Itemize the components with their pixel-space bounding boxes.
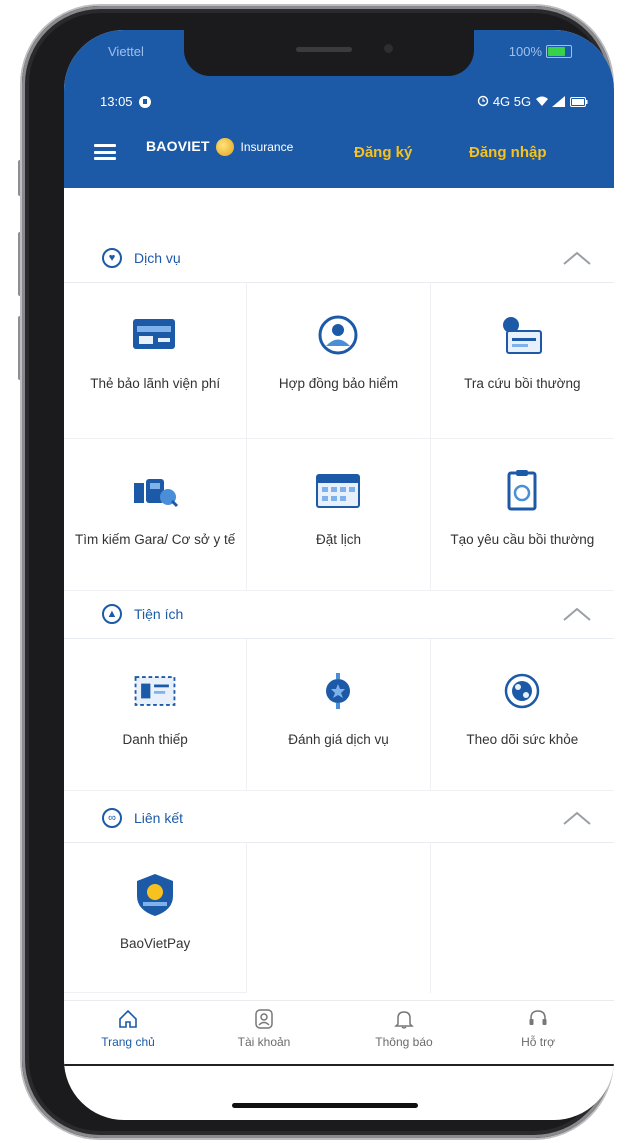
carrier-label: Viettel [108,44,144,59]
logo-suffix-text: Insurance [240,140,294,155]
nav-notifications[interactable]: Thông báo [354,1007,454,1049]
service-label: Tìm kiếm Gara/ Cơ sở y tế [75,532,236,547]
nav-home[interactable]: Trang chủ [78,1007,178,1049]
utility-label: Danh thiếp [122,732,188,747]
phone-frame: Viettel 100% 13:05 4G 5G BAOVIET Insuran… [22,6,614,1138]
notification-dot-icon [138,95,151,108]
rating-icon [313,669,363,713]
section-header-links[interactable]: ∞ Liên kết [64,796,614,843]
logo-brand-text: BAOVIET [146,138,210,155]
service-label: Tạo yêu cầu bồi thường [450,532,595,547]
utility-label: Đánh giá dịch vụ [288,732,389,747]
status-icons: 4G 5G [477,94,588,109]
card-icon [130,313,180,357]
service-label: Tra cứu bồi thường [464,376,581,391]
business-card-icon [130,669,180,713]
section-title-services: Dịch vụ [134,250,181,266]
services-grid: Thẻ bảo lãnh viện phí Hợp đồng bảo hiểm … [64,283,614,591]
phone-notch [184,30,474,76]
clipboard-icon [497,469,547,513]
android-status-bar: 13:05 4G 5G [100,94,588,112]
service-item-booking[interactable]: Đặt lịch [247,439,431,591]
link-label: BaoVietPay [120,936,191,951]
nav-divider [64,1064,614,1066]
section-title-links: Liên kết [134,810,184,826]
app-header: Viettel 100% 13:05 4G 5G BAOVIET Insuran… [64,30,614,188]
home-indicator[interactable] [232,1103,418,1108]
login-button[interactable]: Đăng nhập [469,144,547,161]
utility-label: Theo dõi sức khỏe [466,732,579,747]
service-item-claim-lookup[interactable]: Tra cứu bồi thường [430,283,614,439]
service-item-create-claim[interactable]: Tạo yêu cầu bồi thường [430,439,614,591]
baovietpay-icon [130,873,180,917]
bell-icon [354,1007,454,1031]
battery-icon [546,45,572,58]
section-title-utilities: Tiện ích [134,606,184,622]
nav-account[interactable]: Tài khoản [214,1007,314,1049]
battery-indicator: 100% [509,44,572,59]
empty-cell [247,843,431,993]
logo-sun-icon [216,138,235,156]
hamburger-menu-icon[interactable] [94,144,116,160]
nav-label: Tài khoản [237,1035,291,1049]
chevron-up-icon[interactable] [562,250,592,266]
status-time-text: 13:05 [100,94,133,109]
empty-cell [431,843,614,993]
chevron-up-icon[interactable] [562,810,592,826]
service-label: Đặt lịch [315,532,361,547]
utility-item-business-card[interactable]: Danh thiếp [64,639,248,791]
app-bar: BAOVIET Insurance Đăng ký Đăng nhập [64,134,614,170]
calendar-icon [313,469,363,513]
health-icon [497,669,547,713]
utility-item-service-rating[interactable]: Đánh giá dịch vụ [247,639,431,791]
speaker-grille [296,47,352,52]
account-icon [214,1007,314,1031]
front-camera [384,44,393,53]
heart-icon: ♥ [102,248,122,268]
link-icon: ∞ [102,808,122,828]
register-button[interactable]: Đăng ký [354,144,412,161]
link-item-baovietpay[interactable]: BaoVietPay [64,843,248,993]
nav-label: Hỗ trợ [521,1035,555,1049]
section-header-services[interactable]: ♥ Dịch vụ [64,236,614,283]
phone-screen: Viettel 100% 13:05 4G 5G BAOVIET Insuran… [64,30,614,1120]
car-search-icon [130,469,180,513]
bottom-navigation: Trang chủ Tài khoản Thông báo Hỗ trợ [64,1000,614,1061]
service-item-insurance-contract[interactable]: Hợp đồng bảo hiểm [247,283,431,439]
utilities-grid: Danh thiếp Đánh giá dịch vụ Theo dõi sức… [64,639,614,791]
nav-support[interactable]: Hỗ trợ [488,1007,588,1049]
service-item-hospital-card[interactable]: Thẻ bảo lãnh viện phí [64,283,248,439]
chevron-up-icon[interactable] [562,606,592,622]
nav-label: Trang chủ [101,1035,155,1049]
utility-item-health-tracking[interactable]: Theo dõi sức khỏe [430,639,614,791]
alarm-icon [478,95,489,107]
service-item-garage-search[interactable]: Tìm kiếm Gara/ Cơ sở y tế [64,439,248,591]
headset-icon [488,1007,588,1031]
home-icon [78,1007,178,1031]
service-label: Hợp đồng bảo hiểm [278,376,399,391]
baoviet-logo: BAOVIET Insurance [146,138,293,156]
section-header-utilities[interactable]: ▲ Tiện ích [64,592,614,639]
signal-icon [552,96,566,107]
wifi-icon [535,96,548,106]
status-time: 13:05 [100,94,151,109]
utility-icon: ▲ [102,604,122,624]
nav-label: Thông báo [375,1035,433,1049]
battery-small-icon [570,97,588,107]
links-grid: BaoVietPay [64,843,614,993]
lookup-icon [497,313,547,357]
network-type-label: 4G 5G [492,94,532,109]
battery-percent: 100% [508,44,542,59]
user-shield-icon [313,313,363,357]
main-content: ♥ Dịch vụ Thẻ bảo lãnh viện phí Hợp đồng… [64,188,614,993]
service-label: Thẻ bảo lãnh viện phí [90,376,221,391]
